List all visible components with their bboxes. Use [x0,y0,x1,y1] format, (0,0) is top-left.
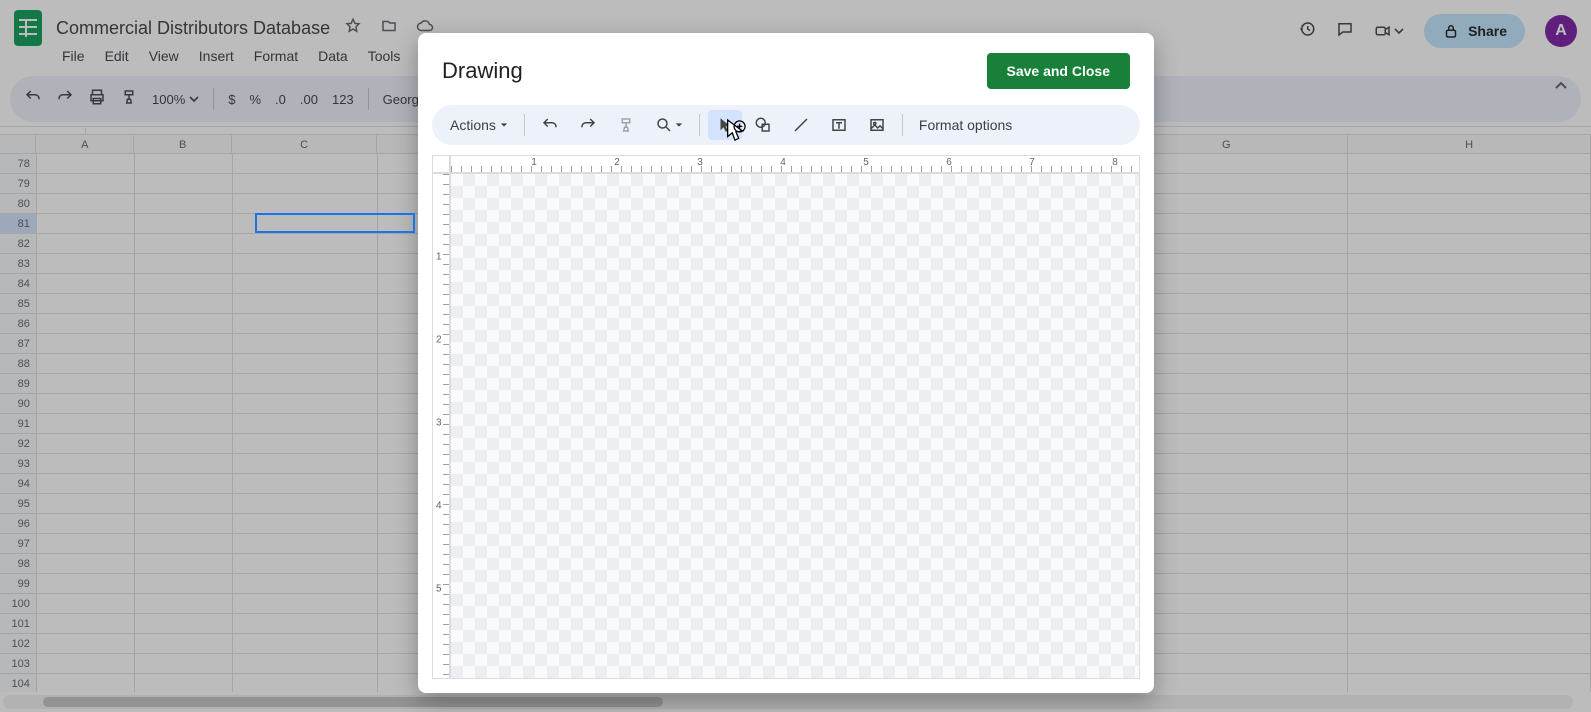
image-icon [868,116,886,134]
ruler-number: 1 [531,157,537,168]
caret-down-icon [500,121,508,129]
ruler-number: 3 [697,157,703,168]
drawing-dialog: Drawing Save and Close Actions [418,33,1154,693]
ruler-number: 5 [436,584,442,595]
text-box-icon [830,116,848,134]
redo-button[interactable] [571,110,605,140]
ruler-number: 2 [614,157,620,168]
save-and-close-button[interactable]: Save and Close [987,53,1131,89]
shape-tool-button[interactable] [746,110,780,140]
ruler-number: 2 [436,335,442,346]
ruler-number: 1 [436,252,442,263]
zoom-icon [655,116,673,134]
ruler-corner [432,155,450,173]
line-tool-button[interactable] [784,110,818,140]
ruler-number: 7 [1029,157,1035,168]
drawing-canvas-area: 1 2 3 4 5 6 7 8 1 2 3 4 5 [432,155,1140,679]
ruler-number: 4 [780,157,786,168]
ruler-number: 4 [436,501,442,512]
undo-button[interactable] [533,110,567,140]
zoom-dropdown[interactable] [647,110,691,140]
shapes-icon [754,116,772,134]
dialog-title: Drawing [442,58,523,84]
ruler-number: 3 [436,418,442,429]
drawing-canvas[interactable] [450,173,1140,679]
select-tool-button[interactable] [708,110,742,140]
actions-dropdown[interactable]: Actions [442,111,516,139]
drawing-toolbar: Actions [432,105,1140,145]
caret-down-icon [675,121,683,129]
line-icon [792,116,810,134]
ruler-number: 5 [863,157,869,168]
ruler-number: 8 [1112,157,1118,168]
textbox-tool-button[interactable] [822,110,856,140]
vertical-ruler: 1 2 3 4 5 [432,173,450,679]
format-options-button[interactable]: Format options [911,111,1020,139]
image-tool-button[interactable] [860,110,894,140]
ruler-number: 6 [946,157,952,168]
paint-format-button[interactable] [609,110,643,140]
horizontal-ruler: 1 2 3 4 5 6 7 8 [450,155,1140,173]
